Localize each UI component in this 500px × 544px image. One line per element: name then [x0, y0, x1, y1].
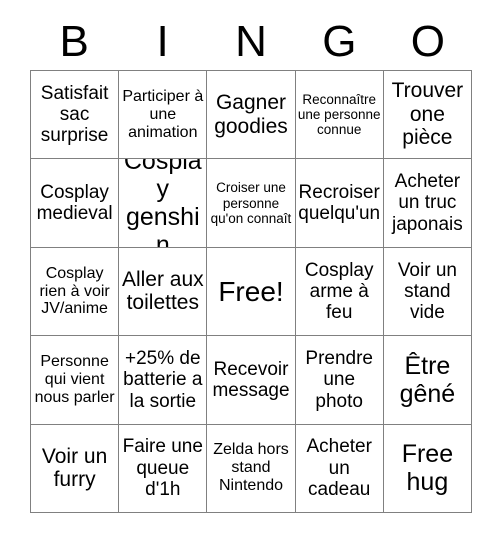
- bingo-cell[interactable]: Reconnaître une personne connue: [295, 71, 384, 160]
- bingo-cell-label: Reconnaître une personne connue: [297, 92, 381, 138]
- bingo-cell[interactable]: Cosplay genshin: [119, 159, 208, 248]
- bingo-cell-label: Voir un furry: [41, 444, 108, 492]
- bingo-cell-label: Recroiser quelqu'un: [298, 181, 381, 225]
- header-letter-n: N: [235, 17, 267, 66]
- header-letter-g: G: [322, 17, 357, 66]
- bingo-cell[interactable]: Aller aux toilettes: [119, 247, 208, 337]
- bingo-cell-label: Recevoir message: [212, 358, 290, 401]
- bingo-cell-label: Gagner goodies: [214, 91, 288, 138]
- header-letter-i: I: [156, 17, 169, 66]
- header-letter-o: O: [410, 17, 445, 66]
- bingo-cell[interactable]: Recroiser quelqu'un: [295, 159, 384, 248]
- bingo-cell-label: Acheter un truc japonais: [392, 171, 463, 235]
- bingo-cell[interactable]: Cosplay medieval: [31, 159, 120, 248]
- bingo-cell-label: Prendre une photo: [305, 347, 373, 412]
- bingo-cell[interactable]: Croiser une personne qu'on connaît: [207, 159, 296, 248]
- bingo-cell-label: Acheter un cadeau: [306, 436, 372, 500]
- bingo-card: B I N G O Satisfait sac surprise Particip…: [0, 0, 500, 544]
- bingo-cell-label: Être gêné: [399, 351, 456, 408]
- bingo-cell-label: Croiser une personne qu'on connaît: [210, 180, 292, 226]
- bingo-cell-label: Cosplay arme à feu: [304, 259, 374, 324]
- bingo-cell[interactable]: Être gêné: [383, 336, 472, 425]
- bingo-free-space[interactable]: Free!: [207, 247, 296, 337]
- bingo-cell-label: Cosplay genshin: [123, 159, 202, 248]
- bingo-cell[interactable]: Satisfait sac surprise: [31, 71, 120, 160]
- bingo-cell[interactable]: Voir un furry: [31, 424, 120, 513]
- bingo-cell[interactable]: Free hug: [383, 424, 472, 513]
- bingo-cell-label: Trouver one pièce: [391, 79, 464, 150]
- bingo-cell-label: Cosplay rien à voir JV/anime: [39, 264, 110, 318]
- bingo-cell-label: Participer à une animation: [122, 87, 204, 141]
- bingo-cell-label: Cosplay medieval: [36, 181, 113, 225]
- bingo-cell-label: Voir un stand vide: [397, 259, 457, 324]
- bingo-cell-label: Free!: [218, 275, 284, 307]
- bingo-cell[interactable]: Acheter un cadeau: [295, 424, 384, 513]
- header-letter-b: B: [59, 17, 89, 66]
- bingo-cell[interactable]: Recevoir message: [207, 336, 296, 425]
- bingo-grid: Satisfait sac surprise Participer à une a…: [30, 70, 472, 513]
- bingo-cell[interactable]: Prendre une photo: [295, 336, 384, 425]
- bingo-cell[interactable]: Cosplay arme à feu: [295, 247, 384, 337]
- bingo-cell[interactable]: Gagner goodies: [207, 71, 296, 160]
- bingo-cell[interactable]: Zelda hors stand Nintendo: [207, 424, 296, 513]
- bingo-cell-label: Free hug: [401, 440, 454, 497]
- bingo-cell[interactable]: Cosplay rien à voir JV/anime: [31, 247, 120, 337]
- bingo-cell-label: Satisfait sac surprise: [40, 82, 109, 147]
- bingo-cell[interactable]: Faire une queue d'1h: [119, 424, 208, 513]
- bingo-cell-label: Zelda hors stand Nintendo: [213, 441, 289, 495]
- bingo-header: B I N G O: [30, 14, 472, 70]
- bingo-cell[interactable]: Acheter un truc japonais: [383, 159, 472, 248]
- bingo-cell[interactable]: Trouver one pièce: [383, 71, 472, 160]
- bingo-cell[interactable]: Voir un stand vide: [383, 247, 472, 337]
- bingo-cell-label: Personne qui vient nous parler: [34, 353, 115, 406]
- bingo-cell-label: Aller aux toilettes: [121, 267, 204, 315]
- bingo-cell[interactable]: Participer à une animation: [119, 71, 208, 160]
- bingo-cell[interactable]: Personne qui vient nous parler: [31, 336, 120, 425]
- bingo-cell-label: Faire une queue d'1h: [122, 436, 203, 500]
- bingo-cell[interactable]: +25% de batterie a la sortie: [119, 336, 208, 425]
- bingo-cell-label: +25% de batterie a la sortie: [123, 347, 203, 412]
